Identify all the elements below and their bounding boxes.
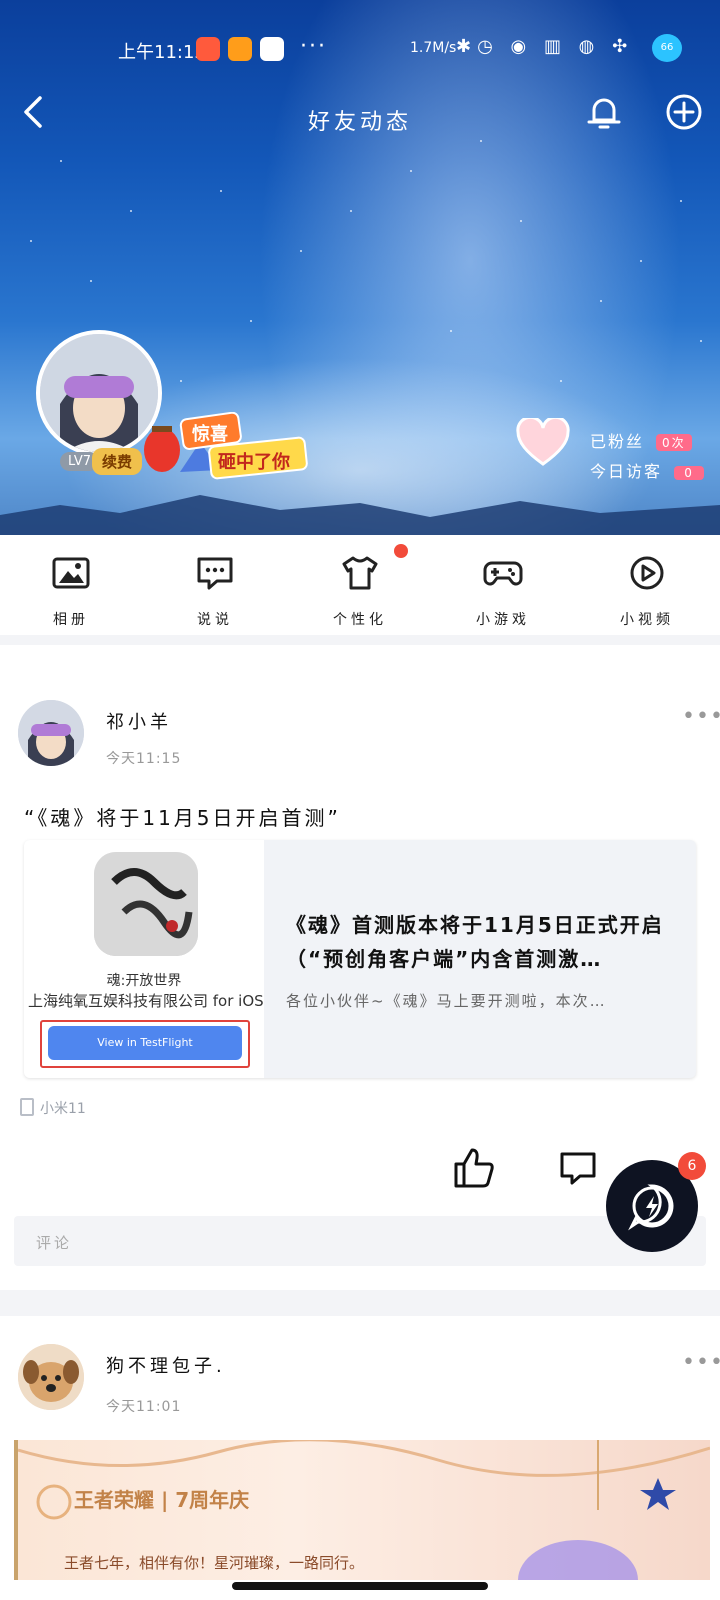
banner-logo: 王者荣耀 | 7周年庆: [74, 1488, 250, 1512]
notification-app-icon: [196, 37, 220, 61]
status-time: 上午11:15: [118, 42, 206, 63]
visitor-stat[interactable]: 已粉丝 0次: [590, 428, 692, 452]
visitor-count: 0次: [656, 434, 692, 451]
post-author-name[interactable]: 祁小羊: [106, 708, 172, 734]
sticker-text-2: 砸中了你: [218, 451, 290, 473]
system-icons: ✱◷ ◉ ▥ ◍ ✣: [456, 36, 634, 57]
app-company: 上海纯氧互娱科技有限公司 for iOS: [28, 992, 264, 1010]
more-options-icon[interactable]: •••: [682, 1350, 720, 1375]
card-summary: 各位小伙伴~《魂》马上要开测啦，本次…: [286, 992, 607, 1010]
visitor-label: 已粉丝: [590, 432, 645, 451]
shortcut-bar: 相册 说说 个性化 小游戏 小视频: [0, 535, 720, 635]
battery-icon: 66: [652, 34, 682, 62]
app-icon: [94, 852, 198, 956]
profile-hero: 上午11:15 ··· 1.7M/s ✱◷ ◉ ▥ ◍ ✣ 66 好友动态 LV…: [0, 0, 720, 535]
more-options-icon[interactable]: •••: [682, 704, 720, 729]
phone-icon: [20, 1098, 34, 1116]
card-headline: 《魂》首测版本将于11月5日正式开启（“预创角客户端”内含首测激…: [286, 913, 664, 971]
today-visitor-stat[interactable]: 今日访客 0: [590, 458, 705, 482]
link-card[interactable]: 魂:开放世界 上海纯氧互娱科技有限公司 for iOS View in Test…: [24, 840, 696, 1078]
gamepad-icon: [483, 561, 523, 586]
view-in-testflight-button[interactable]: View in TestFlight: [48, 1026, 242, 1060]
post-device: 小米11: [20, 1098, 86, 1118]
surprise-sticker[interactable]: 惊喜 砸中了你: [140, 412, 310, 482]
comment-icon[interactable]: [558, 1148, 598, 1188]
banner-slogan: 王者七年，相伴有你！星河璀璨，一路同行。: [64, 1554, 365, 1572]
thumbs-up-icon[interactable]: [452, 1146, 496, 1190]
shortcut-label: 小游戏: [476, 612, 530, 628]
today-visitor-count: 0: [674, 466, 705, 480]
section-divider: [0, 1290, 720, 1316]
today-visitor-label: 今日访客: [590, 462, 663, 481]
sticker-text-1: 惊喜: [192, 423, 228, 445]
post-author-name[interactable]: 狗不理包子.: [106, 1352, 226, 1378]
post-image-banner[interactable]: 王者荣耀 | 7周年庆 王者七年，相伴有你！星河璀璨，一路同行。: [14, 1440, 710, 1580]
status-bar: 上午11:15 ··· 1.7M/s ✱◷ ◉ ▥ ◍ ✣ 66: [0, 34, 720, 64]
section-divider: [0, 635, 720, 645]
shortcut-games[interactable]: 小游戏: [458, 553, 548, 629]
shortcut-moments[interactable]: 说说: [170, 553, 260, 629]
shortcut-videos[interactable]: 小视频: [602, 553, 692, 629]
tshirt-icon: [342, 556, 378, 590]
comment-placeholder: 评论: [36, 1234, 73, 1252]
shortcut-label: 说说: [197, 612, 233, 628]
renew-button[interactable]: 续费: [92, 448, 143, 475]
heart-icon[interactable]: [516, 418, 570, 468]
shortcut-label: 相册: [53, 612, 89, 628]
app-title: 魂:开放世界: [106, 973, 182, 989]
post-author-avatar[interactable]: [18, 700, 84, 766]
home-indicator[interactable]: [232, 1582, 488, 1590]
chat-bubble-icon: [197, 557, 233, 590]
card-thumbnail: 魂:开放世界 上海纯氧互娱科技有限公司 for iOS View in Test…: [24, 840, 264, 1078]
avatar-illustration: [18, 1344, 84, 1410]
post-author-avatar[interactable]: [18, 1344, 84, 1410]
shortcut-personalize[interactable]: 个性化: [315, 553, 405, 629]
add-circle-icon[interactable]: [664, 92, 704, 132]
post-text: “《魂》将于11月5日开启首测”: [24, 806, 341, 830]
new-indicator-dot: [394, 544, 408, 558]
fab-badge: 6: [678, 1152, 706, 1180]
play-icon: [630, 556, 664, 590]
bell-icon[interactable]: [584, 92, 624, 132]
shortcut-album[interactable]: 相册: [26, 553, 116, 629]
more-notifications-icon: ···: [300, 34, 327, 59]
device-name: 小米11: [40, 1101, 86, 1117]
avatar-illustration: [18, 700, 84, 766]
post-timestamp: 今天11:01: [106, 1399, 182, 1415]
photo-icon: [52, 557, 90, 589]
notification-app-icon: [260, 37, 284, 61]
network-speed: 1.7M/s: [410, 40, 457, 56]
notification-app-icon: [228, 37, 252, 61]
comment-input[interactable]: 评论: [14, 1216, 706, 1266]
shortcut-label: 小视频: [620, 612, 674, 628]
post-timestamp: 今天11:15: [106, 751, 182, 767]
shortcut-label: 个性化: [333, 612, 387, 628]
